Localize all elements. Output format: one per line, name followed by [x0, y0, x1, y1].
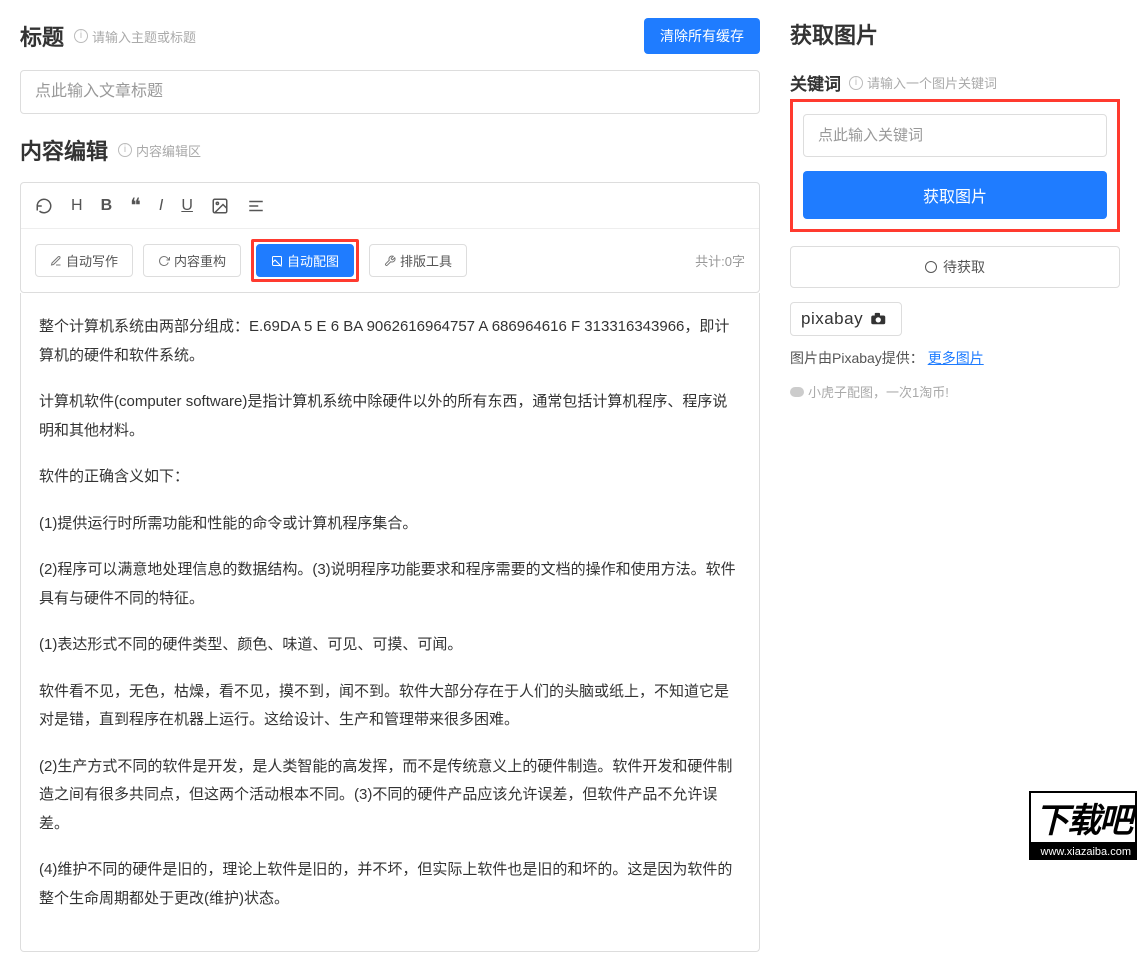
sidebar-title: 获取图片 — [790, 18, 1120, 50]
align-left-icon[interactable] — [247, 197, 265, 215]
undo-icon[interactable] — [35, 197, 53, 215]
info-icon: i — [849, 76, 863, 90]
keyword-hint-text: 请输入一个图片关键词 — [867, 73, 997, 92]
content-edit-label: 内容编辑 — [20, 134, 108, 166]
auto-write-button[interactable]: 自动写作 — [35, 244, 133, 277]
auto-image-label: 自动配图 — [287, 251, 339, 270]
main-column: 标题 i 请输入主题或标题 清除所有缓存 内容编辑 i 内容编辑区 H B ❝ — [20, 18, 760, 952]
footer-note-text: 小虎子配图，一次1淘币! — [808, 382, 949, 401]
content-hint: i 内容编辑区 — [118, 141, 201, 160]
content-paragraph: 计算机软件(computer software)是指计算机系统中除硬件以外的所有… — [39, 388, 741, 445]
bold-icon[interactable]: B — [101, 197, 113, 215]
quote-icon[interactable]: ❝ — [130, 193, 141, 218]
keyword-input-highlight: 获取图片 — [790, 99, 1120, 232]
underline-icon[interactable]: U — [181, 197, 193, 215]
camera-icon — [869, 312, 891, 326]
content-paragraph: (2)生产方式不同的软件是开发，是人类智能的高发挥，而不是传统意义上的硬件制造。… — [39, 753, 741, 839]
content-paragraph: (4)维护不同的硬件是旧的，理论上软件是旧的，并不坏，但实际上软件也是旧的和坏的… — [39, 856, 741, 913]
content-editor[interactable]: 整个计算机系统由两部分组成：E.69DA 5 E 6 BA 9062616964… — [20, 293, 760, 952]
title-hint-text: 请输入主题或标题 — [92, 27, 196, 46]
more-images-link[interactable]: 更多图片 — [928, 350, 984, 366]
content-paragraph: 软件看不见，无色，枯燥，看不见，摸不到，闻不到。软件大部分存在于人们的头脑或纸上… — [39, 678, 741, 735]
content-paragraph: (1)提供运行时所需功能和性能的命令或计算机程序集合。 — [39, 510, 741, 539]
heading-icon[interactable]: H — [71, 197, 83, 215]
fetch-image-button[interactable]: 获取图片 — [803, 171, 1107, 219]
credit-prefix: 图片由Pixabay提供： — [790, 350, 924, 366]
watermark: 下载吧 www.xiazaiba.com — [1029, 791, 1137, 860]
keyword-label: 关键词 — [790, 70, 841, 95]
title-hint: i 请输入主题或标题 — [74, 27, 196, 46]
footer-note: 小虎子配图，一次1淘币! — [790, 382, 1120, 401]
restructure-label: 内容重构 — [174, 251, 226, 270]
editor-toolbar: H B ❝ I U 自动写作 内容重构 — [20, 182, 760, 293]
keyword-input[interactable] — [803, 114, 1107, 157]
auto-image-button[interactable]: 自动配图 — [256, 244, 354, 277]
pending-button[interactable]: 待获取 — [790, 246, 1120, 288]
image-icon[interactable] — [211, 197, 229, 215]
circle-icon — [925, 261, 937, 273]
content-paragraph: (1)表达形式不同的硬件类型、颜色、味道、可见、可摸、可闻。 — [39, 631, 741, 660]
clear-cache-button[interactable]: 清除所有缓存 — [644, 18, 760, 54]
info-icon: i — [74, 29, 88, 43]
auto-write-label: 自动写作 — [66, 251, 118, 270]
info-icon: i — [118, 143, 132, 157]
pixabay-text: pixabay — [801, 309, 863, 329]
content-hint-text: 内容编辑区 — [136, 141, 201, 160]
keyword-hint: i 请输入一个图片关键词 — [849, 73, 997, 92]
word-count: 共计:0字 — [695, 251, 745, 270]
action-toolbar-row: 自动写作 内容重构 自动配图 排版工具 共计:0字 — [21, 229, 759, 292]
italic-icon[interactable]: I — [159, 197, 163, 215]
pixabay-logo: pixabay — [790, 302, 902, 336]
title-label: 标题 — [20, 20, 64, 52]
article-title-input[interactable] — [20, 70, 760, 114]
content-paragraph: (2)程序可以满意地处理信息的数据结构。(3)说明程序功能要求和程序需要的文档的… — [39, 556, 741, 613]
keyword-header: 关键词 i 请输入一个图片关键词 — [790, 70, 1120, 95]
watermark-url: www.xiazaiba.com — [1029, 844, 1137, 860]
layout-tool-button[interactable]: 排版工具 — [369, 244, 467, 277]
credit-line: 图片由Pixabay提供： 更多图片 — [790, 348, 1120, 368]
content-paragraph: 整个计算机系统由两部分组成：E.69DA 5 E 6 BA 9062616964… — [39, 313, 741, 370]
content-paragraph: 软件的正确含义如下： — [39, 463, 741, 492]
layout-tool-label: 排版工具 — [400, 251, 452, 270]
content-section-header: 内容编辑 i 内容编辑区 — [20, 134, 760, 166]
pending-label: 待获取 — [943, 257, 985, 277]
cloud-icon — [790, 387, 804, 397]
auto-image-highlight: 自动配图 — [251, 239, 359, 282]
title-section-header: 标题 i 请输入主题或标题 清除所有缓存 — [20, 18, 760, 54]
format-toolbar-row: H B ❝ I U — [21, 183, 759, 229]
watermark-text: 下载吧 — [1029, 791, 1137, 844]
restructure-button[interactable]: 内容重构 — [143, 244, 241, 277]
